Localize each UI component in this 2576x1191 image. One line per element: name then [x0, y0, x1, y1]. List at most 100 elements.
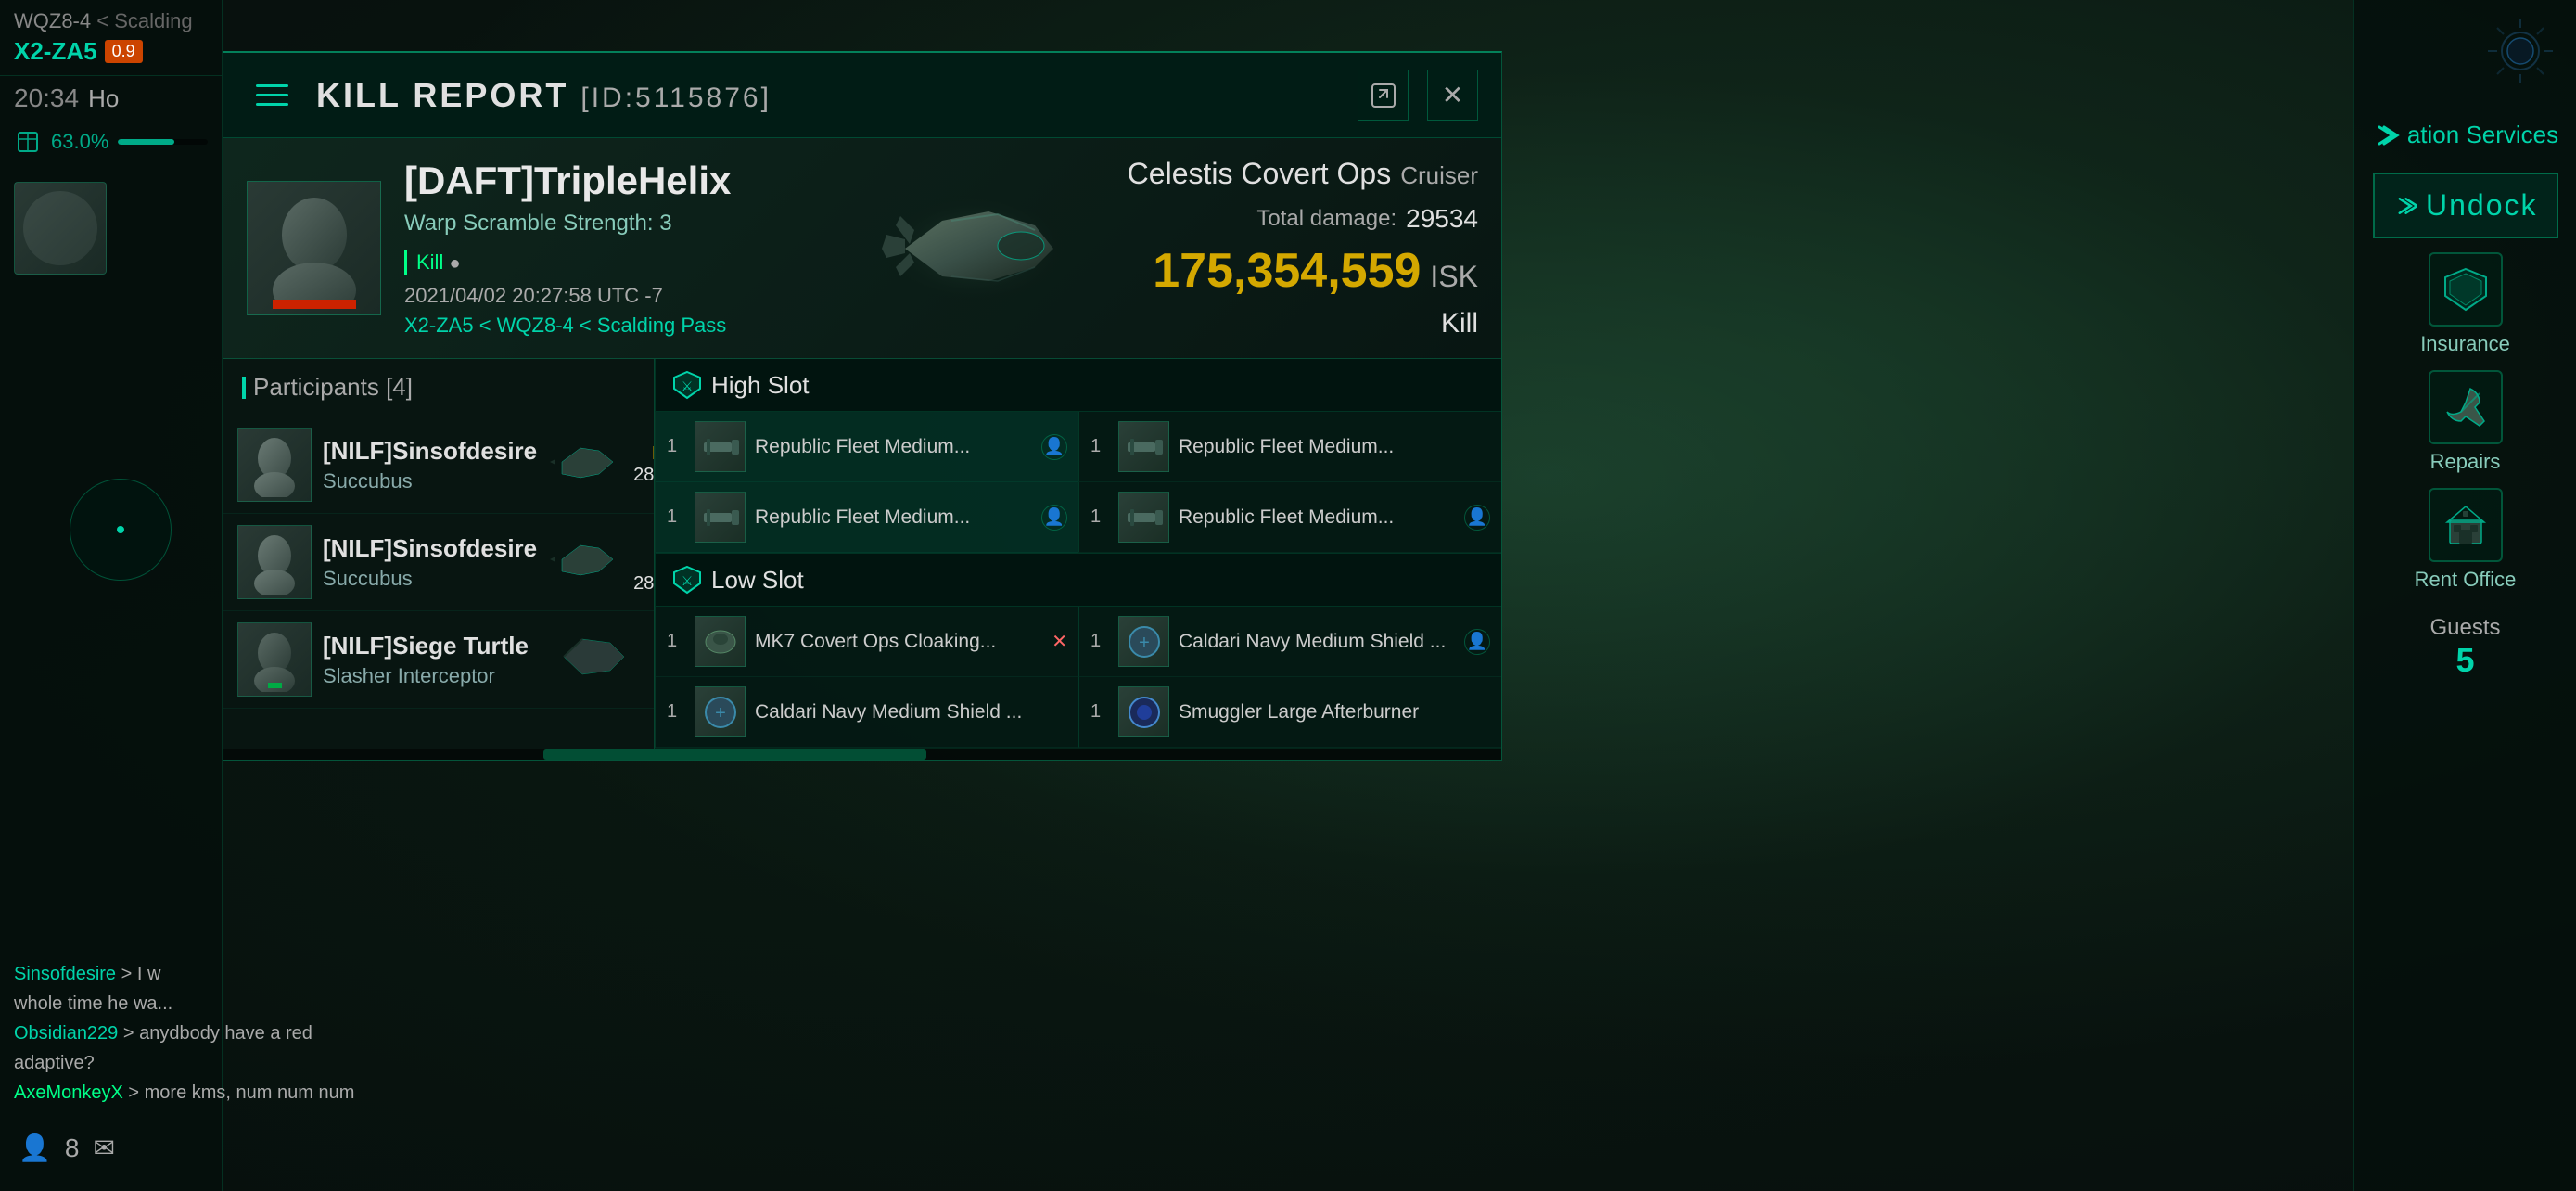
afterburner-icon: [1123, 691, 1166, 734]
high-slot-label: High Slot: [711, 371, 810, 400]
kill-type-text: Kill: [416, 250, 443, 274]
chat-text-2: whole time he wa...: [14, 993, 172, 1014]
minimap-dot: [117, 526, 124, 533]
victim-name: [DAFT]TripleHelix: [404, 159, 822, 203]
damage-val-1: 28313: [633, 465, 655, 485]
chat-message-3: Obsidian229 > anydbody have a red adapti…: [14, 1018, 357, 1078]
item-destroyed-icon: ✕: [1052, 630, 1067, 653]
guests-count: 5: [2429, 641, 2500, 680]
total-damage-value: 29534: [1406, 204, 1478, 234]
participant-item: [NILF]Sinsofdesire Succubus Final Blow 2…: [223, 416, 654, 514]
item-action-s1[interactable]: 👤: [1464, 629, 1490, 655]
wrench-icon: [2442, 384, 2489, 430]
item-icon-shield1: +: [1118, 616, 1169, 667]
chat-text-4: > more kms, num num num: [128, 1082, 354, 1103]
low-slot-item-3[interactable]: 1 + Caldari Navy Medium Shield ... 👤: [1078, 607, 1501, 677]
location-name: X2-ZA5: [14, 37, 97, 66]
guests-section: Guests 5: [2429, 615, 2500, 680]
office-icon: [2442, 502, 2489, 548]
item-qty: 1: [667, 506, 685, 528]
high-slot-item-1[interactable]: 1 Republic Fleet Medium... 👤: [656, 412, 1078, 482]
item-icon-shield2: +: [695, 686, 746, 737]
high-slot-item-3[interactable]: 1 Republic Fleet Medium...: [1078, 412, 1501, 482]
participant-info-3: [NILF]Siege Turtle Slasher Interceptor: [323, 632, 543, 688]
sun-icon: [2479, 9, 2562, 93]
participant-info-2: [NILF]Sinsofdesire Succubus: [323, 534, 537, 591]
participants-panel: Participants [4]: [223, 359, 655, 749]
low-slot-item-2[interactable]: 1 + Caldari Navy Medium Shield ...: [656, 677, 1078, 748]
kill-body: Participants [4]: [223, 359, 1501, 749]
gun-icon: [699, 426, 742, 468]
player-avatar-container: [0, 173, 222, 284]
hamburger-line-1: [256, 84, 288, 87]
repairs-button[interactable]: Repairs: [2382, 370, 2549, 474]
ship-silhouette: [849, 170, 1100, 327]
repairs-label: Repairs: [2430, 450, 2501, 474]
participant-avatar-3: [237, 622, 312, 697]
participant-item: [NILF]Sinsofdesire Succubus Top Damage 2…: [223, 514, 654, 611]
rent-office-label: Rent Office: [2415, 568, 2517, 592]
item-action-1[interactable]: 👤: [1041, 434, 1067, 460]
insurance-icon: [2429, 252, 2503, 327]
kill-stats: Celestis Covert Ops Cruiser Total damage…: [1128, 157, 1478, 339]
participant-ship-img-1: [548, 437, 622, 493]
kill-banner: [DAFT]TripleHelix Warp Scramble Strength…: [223, 138, 1501, 359]
item-qty: 1: [667, 436, 685, 457]
participant-avatar-1: [237, 428, 312, 502]
item-qty: 1: [1090, 631, 1109, 652]
damage-pct-2: 28313 | 95%: [633, 573, 655, 595]
cargo-icon: [14, 128, 42, 156]
hamburger-menu-button[interactable]: [247, 70, 298, 121]
item-name-afterburner: Smuggler Large Afterburner: [1179, 701, 1490, 724]
low-slot-grid: 1 MK7 Covert Ops Cloaking... ✕ 1: [655, 607, 1501, 748]
undock-button[interactable]: Undock: [2373, 173, 2558, 238]
gun-icon-3: [699, 496, 742, 539]
low-slot-item-4[interactable]: 1 Smuggler Large Afterburner: [1078, 677, 1501, 748]
shield-booster-icon: +: [1123, 621, 1166, 663]
victim-face-silhouette: [254, 188, 375, 309]
item-name-shield1: Caldari Navy Medium Shield ...: [1179, 631, 1455, 653]
participants-label: Participants [4]: [253, 373, 413, 402]
item-name-shield2: Caldari Navy Medium Shield ...: [755, 701, 1067, 724]
rent-office-button[interactable]: Rent Office: [2382, 488, 2549, 592]
equipment-panel: ⚔ High Slot 1 Republic Fleet Medium..: [655, 359, 1501, 749]
item-icon-2: [695, 492, 746, 543]
minimap[interactable]: [70, 479, 172, 581]
station-services-label: ation Services: [2407, 121, 2558, 149]
shield-icon-low: ⚔: [672, 565, 702, 595]
item-qty: 1: [667, 701, 685, 723]
low-slot-item-1[interactable]: 1 MK7 Covert Ops Cloaking... ✕: [656, 607, 1078, 677]
high-slot-item-4[interactable]: 1 Republic Fleet Medium... 👤: [1078, 482, 1501, 553]
svg-text:⚔: ⚔: [682, 378, 694, 393]
gun-icon-4: [1123, 496, 1166, 539]
victim-ship-image: [845, 165, 1104, 332]
close-button[interactable]: ✕: [1427, 70, 1478, 121]
player-header: WQZ8-4 < Scalding X2-ZA5 0.9: [0, 0, 222, 76]
kill-datetime: 2021/04/02 20:27:58 UTC -7: [404, 284, 822, 308]
export-button[interactable]: [1358, 70, 1409, 121]
chat-area: Sinsofdesire > I w whole time he wa... O…: [0, 950, 371, 1191]
item-icon-3: [1118, 421, 1169, 472]
horizontal-scrollbar[interactable]: [223, 749, 1501, 760]
low-slot-label: Low Slot: [711, 566, 804, 595]
item-qty: 1: [1090, 701, 1109, 723]
station-services-nav[interactable]: ation Services: [2363, 111, 2568, 159]
modal-title-text: KILL REPORT: [316, 76, 568, 114]
item-name-4: Republic Fleet Medium...: [1179, 506, 1455, 529]
participant-face-2: [242, 530, 307, 595]
rent-office-icon: [2429, 488, 2503, 562]
cargo-pct: 63.0%: [51, 130, 108, 154]
scrollbar-thumb[interactable]: [543, 749, 926, 760]
high-slot-header: ⚔ High Slot: [655, 359, 1501, 412]
participant-stats-2: Top Damage 28313 | 95%: [633, 531, 655, 595]
item-name-2: Republic Fleet Medium...: [755, 506, 1032, 529]
item-action-2[interactable]: 👤: [1041, 505, 1067, 531]
item-action-4[interactable]: 👤: [1464, 505, 1490, 531]
high-slot-item-2[interactable]: 1 Republic Fleet Medium... 👤: [656, 482, 1078, 553]
sun-decoration: [2479, 9, 2562, 93]
participant-ship-img-3: [555, 632, 629, 687]
isk-value: 175,354,559: [1153, 243, 1421, 299]
participant-avatar-2: [237, 525, 312, 599]
gun-icon-2: [1123, 426, 1166, 468]
insurance-button[interactable]: Insurance: [2382, 252, 2549, 356]
